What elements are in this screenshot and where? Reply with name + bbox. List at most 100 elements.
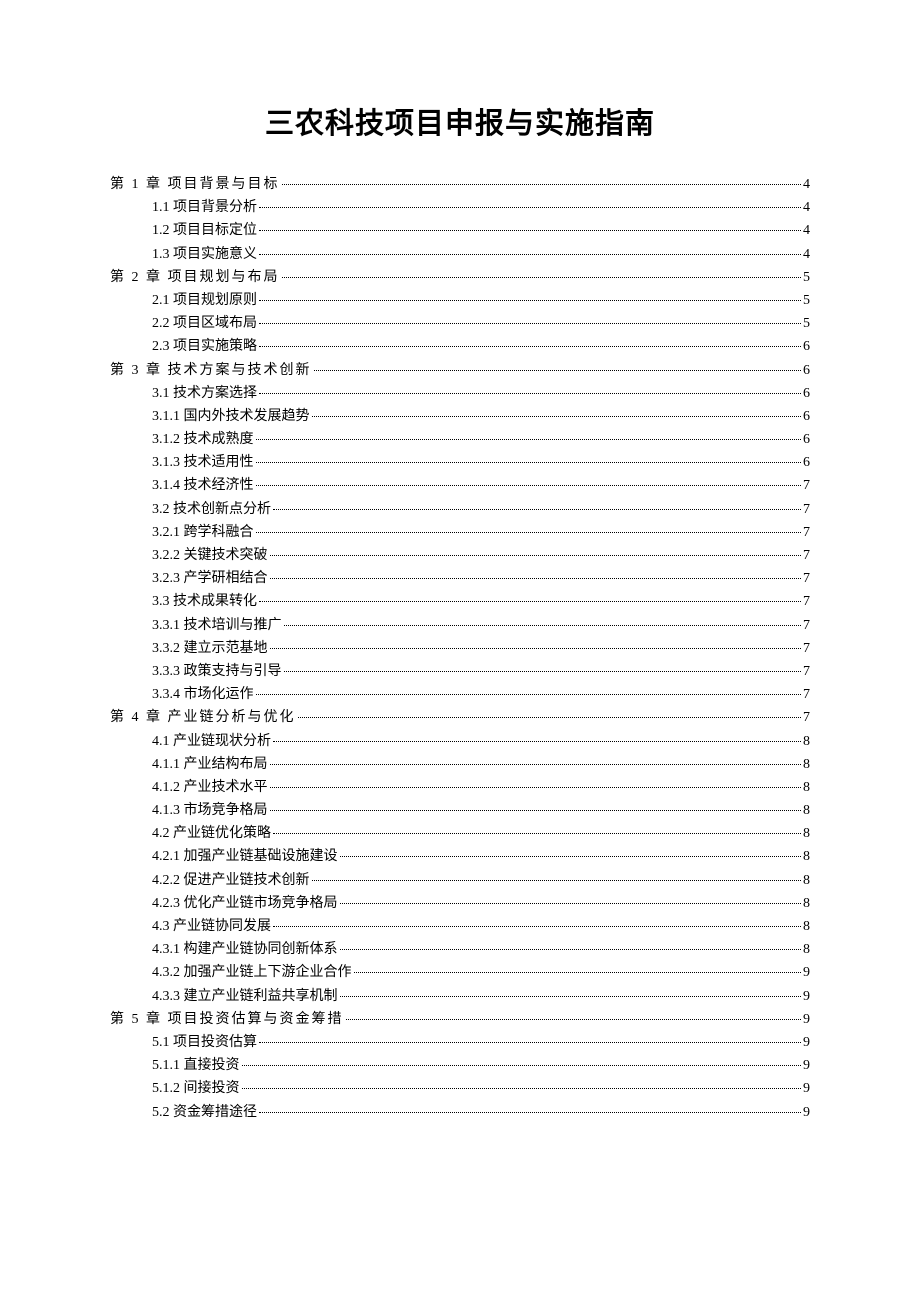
toc-entry-label: 3.1.3 技术适用性 (152, 456, 254, 470)
toc-entry-page: 8 (803, 804, 810, 818)
toc-entry-label: 第 2 章 项目规划与布局 (110, 271, 280, 285)
toc-entry[interactable]: 3.1.2 技术成熟度6 (152, 433, 810, 447)
toc-entry-page: 5 (803, 317, 810, 331)
toc-entry-label: 5.2 资金筹措途径 (152, 1106, 257, 1120)
toc-entry[interactable]: 第 4 章 产业链分析与优化7 (110, 711, 810, 725)
toc-entry[interactable]: 1.2 项目目标定位4 (152, 224, 810, 238)
toc-entry[interactable]: 3.3.2 建立示范基地7 (152, 642, 810, 656)
toc-entry-label: 4.1 产业链现状分析 (152, 735, 271, 749)
toc-leader-dots (256, 485, 802, 486)
toc-entry-page: 7 (803, 595, 810, 609)
toc-entry[interactable]: 4.2 产业链优化策略8 (152, 827, 810, 841)
toc-entry-label: 4.2 产业链优化策略 (152, 827, 271, 841)
toc-entry-label: 3.1 技术方案选择 (152, 387, 257, 401)
toc-entry-page: 9 (803, 1059, 810, 1073)
toc-entry[interactable]: 3.3.4 市场化运作7 (152, 688, 810, 702)
toc-leader-dots (259, 230, 801, 231)
toc-entry[interactable]: 3.2.2 关键技术突破7 (152, 549, 810, 563)
toc-entry-label: 第 4 章 产业链分析与优化 (110, 711, 296, 725)
toc-entry[interactable]: 3.2 技术创新点分析7 (152, 503, 810, 517)
toc-entry[interactable]: 3.3.1 技术培训与推广 7 (152, 619, 810, 633)
toc-leader-dots (273, 833, 801, 834)
toc-entry[interactable]: 4.2.3 优化产业链市场竞争格局8 (152, 897, 810, 911)
toc-leader-dots (256, 532, 802, 533)
toc-entry-label: 4.1.1 产业结构布局 (152, 758, 268, 772)
toc-entry-page: 6 (803, 364, 810, 378)
toc-leader-dots (340, 903, 802, 904)
toc-leader-dots (312, 416, 802, 417)
toc-entry-label: 3.1.4 技术经济性 (152, 479, 254, 493)
toc-entry-label: 4.3.1 构建产业链协同创新体系 (152, 943, 338, 957)
toc-entry[interactable]: 4.3.1 构建产业链协同创新体系 8 (152, 943, 810, 957)
toc-leader-dots (256, 462, 802, 463)
toc-entry[interactable]: 4.1.2 产业技术水平8 (152, 781, 810, 795)
toc-entry[interactable]: 4.2.2 促进产业链技术创新8 (152, 874, 810, 888)
toc-leader-dots (346, 1019, 802, 1020)
toc-leader-dots (270, 648, 802, 649)
toc-entry[interactable]: 5.2 资金筹措途径 9 (152, 1106, 810, 1120)
toc-entry-label: 3.3.1 技术培训与推广 (152, 619, 282, 633)
toc-entry-label: 4.1.3 市场竞争格局 (152, 804, 268, 818)
toc-entry-page: 8 (803, 943, 810, 957)
toc-entry[interactable]: 3.1 技术方案选择6 (152, 387, 810, 401)
toc-entry-page: 4 (803, 248, 810, 262)
toc-entry[interactable]: 5.1 项目投资估算9 (152, 1036, 810, 1050)
toc-entry[interactable]: 1.1 项目背景分析4 (152, 201, 810, 215)
toc-entry[interactable]: 3.1.1 国内外技术发展趋势6 (152, 410, 810, 424)
toc-entry[interactable]: 4.1.3 市场竞争格局 8 (152, 804, 810, 818)
table-of-contents: 第 1 章 项目背景与目标41.1 项目背景分析41.2 项目目标定位41.3 … (110, 178, 810, 1120)
toc-entry[interactable]: 2.3 项目实施策略 6 (152, 340, 810, 354)
toc-entry[interactable]: 2.1 项目规划原则5 (152, 294, 810, 308)
toc-entry[interactable]: 3.2.1 跨学科融合 7 (152, 526, 810, 540)
toc-entry[interactable]: 3.2.3 产学研相结合7 (152, 572, 810, 586)
toc-leader-dots (242, 1065, 802, 1066)
toc-entry[interactable]: 3.3 技术成果转化7 (152, 595, 810, 609)
toc-entry-label: 5.1 项目投资估算 (152, 1036, 257, 1050)
toc-entry[interactable]: 第 3 章 技术方案与技术创新6 (110, 364, 810, 378)
toc-leader-dots (314, 370, 802, 371)
toc-entry-label: 3.1.2 技术成熟度 (152, 433, 254, 447)
toc-leader-dots (340, 856, 802, 857)
toc-entry[interactable]: 4.1 产业链现状分析8 (152, 735, 810, 749)
toc-leader-dots (242, 1088, 802, 1089)
toc-entry-label: 4.3.2 加强产业链上下游企业合作 (152, 966, 352, 980)
toc-leader-dots (259, 601, 801, 602)
toc-entry[interactable]: 第 5 章 项目投资估算与资金筹措9 (110, 1013, 810, 1027)
toc-entry-page: 9 (803, 1106, 810, 1120)
toc-entry-page: 6 (803, 340, 810, 354)
toc-entry-label: 3.2.2 关键技术突破 (152, 549, 268, 563)
toc-entry-page: 7 (803, 619, 810, 633)
toc-leader-dots (282, 184, 802, 185)
toc-entry-page: 4 (803, 178, 810, 192)
toc-entry[interactable]: 1.3 项目实施意义4 (152, 248, 810, 262)
toc-entry[interactable]: 4.2.1 加强产业链基础设施建设8 (152, 850, 810, 864)
toc-leader-dots (273, 509, 801, 510)
toc-leader-dots (259, 300, 801, 301)
toc-entry[interactable]: 4.3.3 建立产业链利益共享机制9 (152, 990, 810, 1004)
toc-entry-page: 5 (803, 294, 810, 308)
toc-leader-dots (298, 717, 802, 718)
toc-entry[interactable]: 2.2 项目区域布局5 (152, 317, 810, 331)
toc-entry-label: 2.3 项目实施策略 (152, 340, 257, 354)
toc-entry-page: 4 (803, 201, 810, 215)
toc-entry-page: 9 (803, 990, 810, 1004)
toc-entry[interactable]: 第 1 章 项目背景与目标 4 (110, 178, 810, 192)
toc-entry[interactable]: 4.1.1 产业结构布局8 (152, 758, 810, 772)
toc-leader-dots (270, 787, 802, 788)
toc-entry-page: 7 (803, 526, 810, 540)
toc-entry[interactable]: 5.1.1 直接投资9 (152, 1059, 810, 1073)
toc-entry-label: 第 1 章 项目背景与目标 (110, 178, 280, 192)
toc-entry[interactable]: 3.1.3 技术适用性6 (152, 456, 810, 470)
toc-entry[interactable]: 4.3.2 加强产业链上下游企业合作 9 (152, 966, 810, 980)
toc-entry-page: 9 (803, 966, 810, 980)
toc-entry-page: 9 (803, 1082, 810, 1096)
toc-entry[interactable]: 5.1.2 间接投资9 (152, 1082, 810, 1096)
toc-entry-page: 4 (803, 224, 810, 238)
toc-entry[interactable]: 3.3.3 政策支持与引导7 (152, 665, 810, 679)
toc-entry[interactable]: 3.1.4 技术经济性7 (152, 479, 810, 493)
toc-entry[interactable]: 4.3 产业链协同发展8 (152, 920, 810, 934)
toc-entry-label: 3.2.1 跨学科融合 (152, 526, 254, 540)
toc-leader-dots (284, 671, 802, 672)
toc-entry[interactable]: 第 2 章 项目规划与布局5 (110, 271, 810, 285)
toc-leader-dots (282, 277, 802, 278)
